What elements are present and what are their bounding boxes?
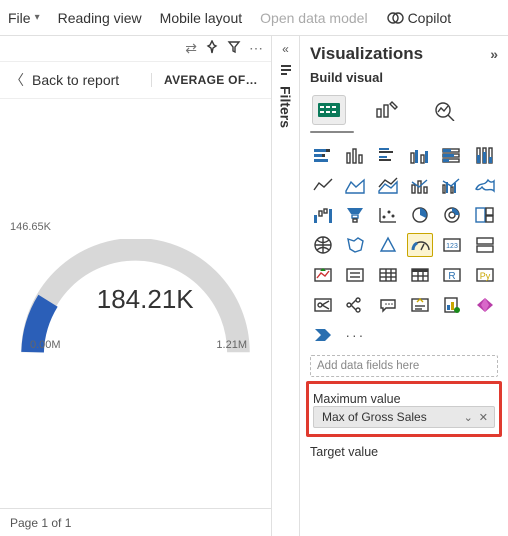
viz-card[interactable]: 123 (439, 233, 465, 257)
field-wells: Add data fields here Maximum value Max o… (310, 355, 498, 459)
viz-treemap[interactable] (472, 203, 498, 227)
copilot-icon (386, 9, 404, 27)
viz-scatter[interactable] (375, 203, 401, 227)
viz-stacked-column[interactable] (342, 143, 368, 167)
well-label-maximum: Maximum value (313, 392, 495, 406)
visual-header: ⇄ ⋯ (0, 36, 271, 62)
viz-qa[interactable] (375, 293, 401, 317)
filters-icon[interactable] (279, 62, 293, 76)
menu-mobile-layout[interactable]: Mobile layout (160, 10, 243, 26)
viz-table[interactable] (375, 263, 401, 287)
build-visual-icon (316, 99, 342, 121)
viz-get-more[interactable]: ··· (342, 323, 368, 347)
collapse-left-icon[interactable]: « (282, 42, 289, 56)
maximum-value-highlight: Maximum value Max of Gross Sales ⌄ ✕ (306, 381, 502, 437)
back-to-report-button[interactable]: 〈 Back to report (10, 70, 119, 90)
viz-slicer[interactable] (342, 263, 368, 287)
viz-line-clustered-column[interactable] (439, 173, 465, 197)
menu-reading-view[interactable]: Reading view (58, 10, 142, 26)
viz-paginated-report[interactable] (439, 293, 465, 317)
chevron-left-icon: 〈 (10, 70, 24, 90)
visualization-type-grid: 123 R Py ··· (310, 143, 498, 347)
well-placeholder-value[interactable]: Add data fields here (310, 355, 498, 377)
viz-line[interactable] (310, 173, 336, 197)
well-field-maximum-text: Max of Gross Sales (322, 410, 427, 424)
tab-build-visual[interactable] (312, 95, 346, 125)
remove-field-icon[interactable]: ✕ (477, 411, 490, 424)
viz-power-apps[interactable] (472, 293, 498, 317)
filters-pane-collapsed: « Filters (272, 36, 300, 536)
gauge-value: 184.21K (97, 284, 194, 315)
visualizations-pane: Visualizations » Build visual (300, 36, 508, 536)
viz-clustered-column[interactable] (407, 143, 433, 167)
viz-donut[interactable] (439, 203, 465, 227)
viz-waterfall[interactable] (310, 203, 336, 227)
viz-pie[interactable] (407, 203, 433, 227)
viz-power-automate[interactable] (310, 323, 336, 347)
viz-clustered-bar[interactable] (375, 143, 401, 167)
viz-key-influencers[interactable] (310, 293, 336, 317)
visual-title: AVERAGE OF … (151, 73, 261, 87)
filters-label[interactable]: Filters (278, 86, 294, 128)
viz-filled-map[interactable] (342, 233, 368, 257)
page-label: Page 1 of 1 (10, 516, 71, 530)
report-canvas[interactable]: 146.65K 184.21K 0.00M 1.21M (0, 99, 271, 508)
viz-map[interactable] (310, 233, 336, 257)
more-options-icon[interactable]: ⋯ (249, 40, 263, 57)
build-visual-label: Build visual (310, 70, 498, 85)
viz-kpi[interactable] (310, 263, 336, 287)
viz-line-stacked-column[interactable] (407, 173, 433, 197)
filter-icon[interactable] (227, 40, 241, 57)
gauge-axis-min: 0.00M (30, 339, 61, 351)
format-visual-icon (374, 99, 400, 121)
pin-icon[interactable] (205, 40, 219, 57)
gauge-visual[interactable]: 146.65K 184.21K 0.00M 1.21M (12, 239, 259, 366)
tab-analytics[interactable] (428, 95, 462, 125)
viz-funnel[interactable] (342, 203, 368, 227)
viz-matrix[interactable] (407, 263, 433, 287)
gauge-min-label: 146.65K (10, 221, 51, 233)
chevron-down-icon[interactable]: ⌄ (462, 411, 475, 424)
tab-underline (310, 131, 354, 133)
svg-text:R: R (449, 271, 456, 282)
menu-open-data-model: Open data model (260, 10, 367, 26)
menu-file-label: File (8, 10, 31, 26)
menu-copilot[interactable]: Copilot (386, 9, 452, 27)
well-label-target: Target value (310, 445, 498, 459)
viz-azure-map[interactable] (375, 233, 401, 257)
expand-pane-icon[interactable]: » (490, 46, 498, 62)
viz-decomposition-tree[interactable] (342, 293, 368, 317)
viz-stacked-area[interactable] (375, 173, 401, 197)
viz-multi-row-card[interactable] (472, 233, 498, 257)
svg-text:Py: Py (479, 271, 490, 281)
viz-gauge[interactable] (407, 233, 433, 257)
viz-stacked-bar[interactable] (310, 143, 336, 167)
drill-mode-icon[interactable]: ⇄ (185, 40, 197, 57)
viz-100-stacked-column[interactable] (472, 143, 498, 167)
chevron-down-icon: ▾ (35, 12, 40, 23)
well-field-maximum[interactable]: Max of Gross Sales ⌄ ✕ (313, 406, 495, 428)
page-footer: Page 1 of 1 (0, 508, 271, 536)
tab-format-visual[interactable] (370, 95, 404, 125)
viz-area[interactable] (342, 173, 368, 197)
menu-copilot-label: Copilot (408, 10, 452, 26)
svg-text:123: 123 (446, 243, 458, 250)
analytics-icon (432, 99, 458, 121)
gauge-axis-max: 1.21M (216, 339, 247, 351)
report-area: ⇄ ⋯ 〈 Back to report AVERAGE OF … 146.65… (0, 36, 272, 536)
viz-100-stacked-bar[interactable] (439, 143, 465, 167)
viz-smart-narrative[interactable] (407, 293, 433, 317)
viz-python-visual[interactable]: Py (472, 263, 498, 287)
back-label: Back to report (32, 72, 119, 88)
visualizations-title: Visualizations (310, 44, 423, 64)
viz-ribbon[interactable] (472, 173, 498, 197)
viz-r-visual[interactable]: R (439, 263, 465, 287)
menu-file[interactable]: File ▾ (8, 10, 40, 26)
